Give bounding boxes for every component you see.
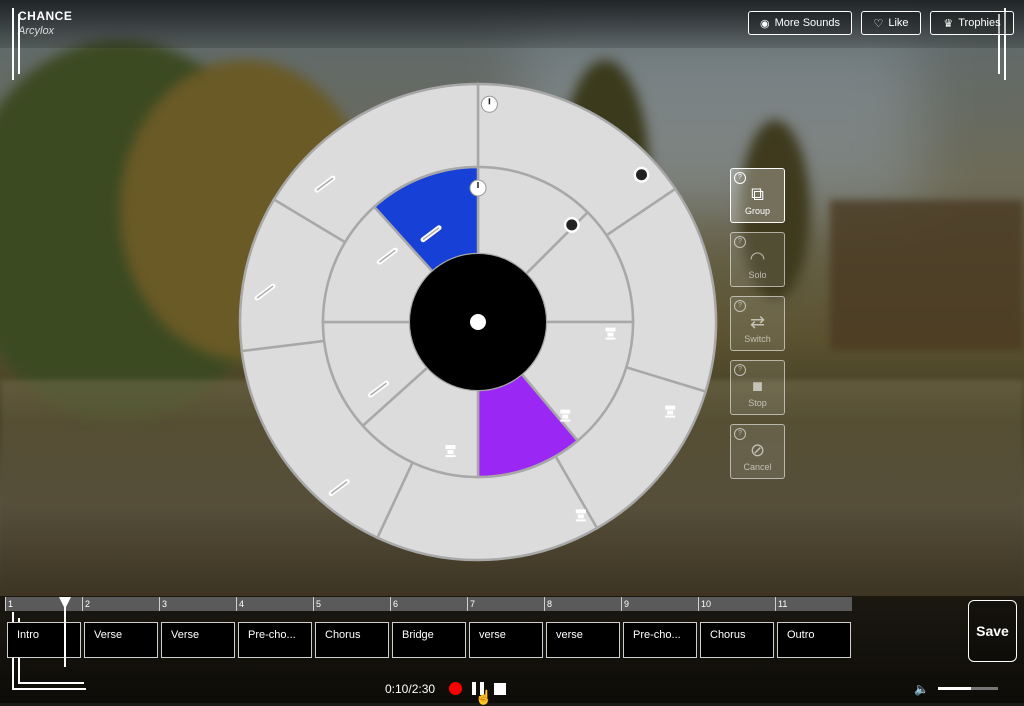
cancel-label: Cancel — [743, 462, 772, 472]
cancel-icon: ⊘ — [749, 440, 766, 460]
timeline-marker: 10 — [698, 597, 775, 611]
inner-sound-marker-stem — [562, 414, 569, 419]
stop-button[interactable]: ? ■ Stop — [730, 360, 785, 415]
save-button[interactable]: Save — [968, 600, 1017, 662]
inner-sound-marker-base — [560, 419, 571, 422]
group-icon: ⧉ — [751, 184, 764, 204]
switch-label: Switch — [744, 334, 771, 344]
timeline-marker: 11 — [775, 597, 852, 611]
inner-sound-marker[interactable] — [605, 327, 616, 332]
inner-sound-marker-base — [445, 455, 456, 458]
headphones-icon: ◠ — [749, 248, 766, 268]
group-label: Group — [744, 206, 770, 216]
stop-playback-button[interactable] — [494, 683, 506, 695]
section-block[interactable]: Verse — [84, 622, 158, 658]
section-block[interactable]: verse — [469, 622, 543, 658]
section-block[interactable]: Pre-cho... — [238, 622, 312, 658]
inner-sound-marker[interactable] — [560, 409, 571, 414]
record-button[interactable] — [449, 682, 462, 695]
timeline-ruler[interactable]: 1 2 3 4 5 6 7 8 9 10 11 — [5, 597, 852, 611]
timeline-marker: 7 — [467, 597, 544, 611]
inner-sound-marker-stem — [447, 450, 454, 455]
outer-sound-marker[interactable] — [575, 509, 586, 514]
outer-sound-marker[interactable] — [635, 169, 647, 181]
help-icon: ? — [734, 364, 746, 376]
solo-button[interactable]: ? ◠ Solo — [730, 232, 785, 287]
inner-sound-marker[interactable] — [566, 219, 578, 231]
playback-time: 0:10/2:30 — [385, 682, 436, 696]
section-block[interactable]: Verse — [161, 622, 235, 658]
solo-label: Solo — [748, 270, 767, 280]
section-block[interactable]: Pre-cho... — [623, 622, 697, 658]
timeline-marker: 9 — [621, 597, 698, 611]
timeline-marker: 3 — [159, 597, 236, 611]
volume-slider-fill — [938, 687, 971, 690]
section-block[interactable]: Chorus — [315, 622, 389, 658]
help-icon: ? — [734, 236, 746, 248]
help-icon: ? — [734, 428, 746, 440]
switch-icon: ⇄ — [749, 312, 766, 332]
stop-icon: ■ — [752, 376, 763, 396]
inner-sound-marker[interactable] — [445, 445, 456, 450]
section-block[interactable]: verse — [546, 622, 620, 658]
stop-label: Stop — [748, 398, 767, 408]
section-block[interactable]: Chorus — [700, 622, 774, 658]
cancel-button[interactable]: ? ⊘ Cancel — [730, 424, 785, 479]
timeline-marker: 4 — [236, 597, 313, 611]
timeline-marker: 8 — [544, 597, 621, 611]
help-icon: ? — [734, 300, 746, 312]
section-block[interactable]: Intro — [7, 622, 81, 658]
timeline-marker: 2 — [82, 597, 159, 611]
timeline-marker: 6 — [390, 597, 467, 611]
outer-sound-marker-stem — [577, 514, 584, 519]
outer-sound-marker-base — [665, 415, 676, 418]
section-block[interactable]: Bridge — [392, 622, 466, 658]
center-dot[interactable] — [470, 314, 486, 330]
group-button[interactable]: ? ⧉ Group — [730, 168, 785, 223]
switch-button[interactable]: ? ⇄ Switch — [730, 296, 785, 351]
outer-sound-marker-base — [575, 519, 586, 522]
outer-sound-marker-stem — [667, 410, 674, 415]
playhead-handle[interactable] — [59, 597, 71, 609]
section-block[interactable]: Outro — [777, 622, 851, 658]
hand-cursor-icon: ☝ — [475, 689, 493, 705]
outer-sound-marker[interactable] — [665, 405, 676, 410]
volume-icon[interactable]: 🔈 — [914, 682, 929, 696]
inner-sound-marker-stem — [607, 332, 614, 337]
help-icon: ? — [734, 172, 746, 184]
timeline-marker: 5 — [313, 597, 390, 611]
inner-sound-marker-base — [605, 337, 616, 340]
